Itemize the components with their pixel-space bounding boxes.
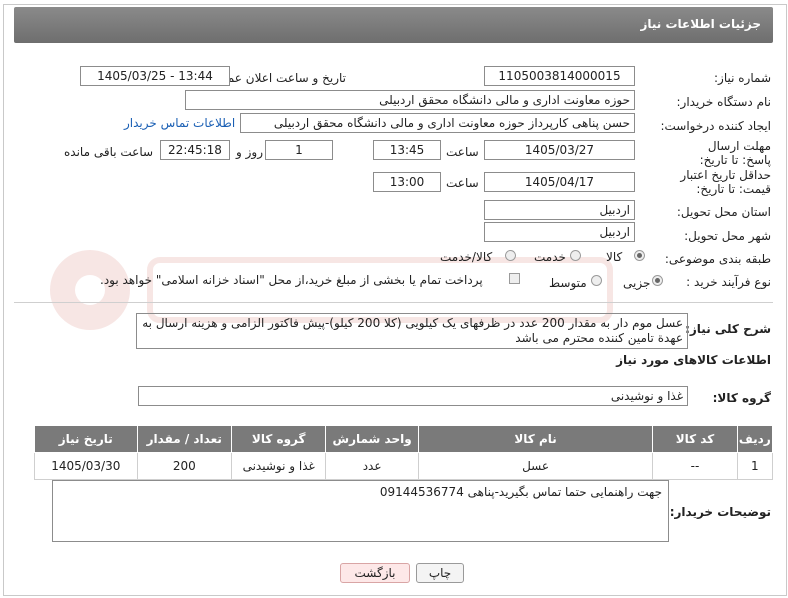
cell-group: غذا و نوشیدنی — [230, 452, 327, 480]
buyer-field: حوزه معاونت اداری و مالی دانشگاه محقق ار… — [185, 90, 635, 110]
col-row: ردیف — [736, 425, 774, 453]
price-date-field: 1405/04/17 — [484, 172, 635, 192]
category-label: طبقه بندی موضوعی: — [664, 252, 771, 266]
title-bar: جزئیات اطلاعات نیاز — [14, 7, 773, 43]
city-field: اردبیل — [484, 222, 635, 242]
category-radio-both[interactable] — [505, 250, 516, 261]
col-quantity: تعداد / مقدار — [136, 425, 232, 453]
goods-group-field: غذا و نوشیدنی — [138, 386, 688, 406]
buyer-notes-textarea[interactable]: جهت راهنمایی حتما تماس بگیرید-پناهی 0914… — [52, 480, 669, 542]
process-option-minor: جزیی — [623, 276, 651, 290]
days-and-label: روز و — [236, 145, 263, 159]
back-button[interactable]: بازگشت — [340, 563, 410, 583]
divider — [14, 302, 773, 303]
buyer-notes-label: توضیحات خریدار: — [669, 505, 771, 519]
category-option-both: کالا/خدمت — [440, 250, 493, 264]
treasury-payment-checkbox[interactable] — [509, 273, 520, 284]
process-radio-medium[interactable] — [591, 275, 602, 286]
table-row: 1 -- عسل عدد غذا و نوشیدنی 200 1405/03/3… — [34, 452, 774, 480]
category-option-service: خدمت — [534, 250, 566, 264]
reply-time-field: 13:45 — [373, 140, 441, 160]
print-button[interactable]: چاپ — [416, 563, 464, 583]
col-group: گروه کالا — [230, 425, 327, 453]
cell-unit: عدد — [325, 452, 419, 480]
creator-label: ایجاد کننده درخواست: — [660, 119, 771, 133]
need-number-field: 1105003814000015 — [484, 66, 635, 86]
cell-code: -- — [652, 452, 738, 480]
cell-quantity: 200 — [136, 452, 232, 480]
reply-time-word: ساعت — [446, 145, 479, 159]
province-field: اردبیل — [484, 200, 635, 220]
need-number-label: شماره نیاز: — [714, 71, 771, 85]
creator-field: حسن پناهی کارپرداز حوزه معاونت اداری و م… — [240, 113, 635, 133]
col-code: کد کالا — [652, 425, 738, 453]
remaining-time-field: 22:45:18 — [160, 140, 230, 160]
buyer-label: نام دستگاه خریدار: — [676, 95, 772, 109]
cell-row: 1 — [736, 452, 774, 480]
goods-table: ردیف کد کالا نام کالا واحد شمارش گروه کا… — [34, 425, 774, 480]
goods-table-header: ردیف کد کالا نام کالا واحد شمارش گروه کا… — [34, 425, 774, 453]
reply-deadline-label: مهلت ارسال پاسخ: تا تاریخ: — [699, 139, 771, 167]
process-option-medium: متوسط — [549, 276, 587, 290]
goods-group-label: گروه کالا: — [712, 391, 771, 405]
cell-name: عسل — [417, 452, 654, 480]
process-label: نوع فرآیند خرید : — [686, 275, 771, 289]
price-deadline-label: حداقل تاریخ اعتبار قیمت: تا تاریخ: — [680, 168, 771, 196]
announce-field: 1405/03/25 - 13:44 — [80, 66, 230, 86]
cell-date: 1405/03/30 — [34, 452, 138, 480]
col-name: نام کالا — [417, 425, 654, 453]
description-textarea[interactable]: عسل موم دار به مقدار 200 عدد در ظرفهای ی… — [136, 313, 688, 349]
category-option-goods: کالا — [606, 250, 623, 264]
process-radio-minor[interactable] — [652, 275, 663, 286]
category-radio-goods[interactable] — [634, 250, 645, 261]
description-label: شرح کلی نیاز: — [685, 322, 771, 336]
days-field: 1 — [265, 140, 333, 160]
buyer-contact-link[interactable]: اطلاعات تماس خریدار — [124, 116, 235, 130]
price-time-field: 13:00 — [373, 172, 441, 192]
remaining-label: ساعت باقی مانده — [64, 145, 154, 159]
page-title: جزئیات اطلاعات نیاز — [640, 17, 761, 31]
goods-section-title: اطلاعات کالاهای مورد نیاز — [616, 353, 771, 367]
price-time-word: ساعت — [446, 176, 479, 190]
city-label: شهر محل تحویل: — [684, 229, 771, 243]
category-radio-service[interactable] — [570, 250, 581, 261]
treasury-payment-note: پرداخت تمام یا بخشی از مبلغ خرید،از محل … — [100, 273, 483, 287]
col-unit: واحد شمارش — [325, 425, 419, 453]
province-label: استان محل تحویل: — [676, 205, 771, 219]
reply-date-field: 1405/03/27 — [484, 140, 635, 160]
col-date: تاریخ نیاز — [34, 425, 138, 453]
